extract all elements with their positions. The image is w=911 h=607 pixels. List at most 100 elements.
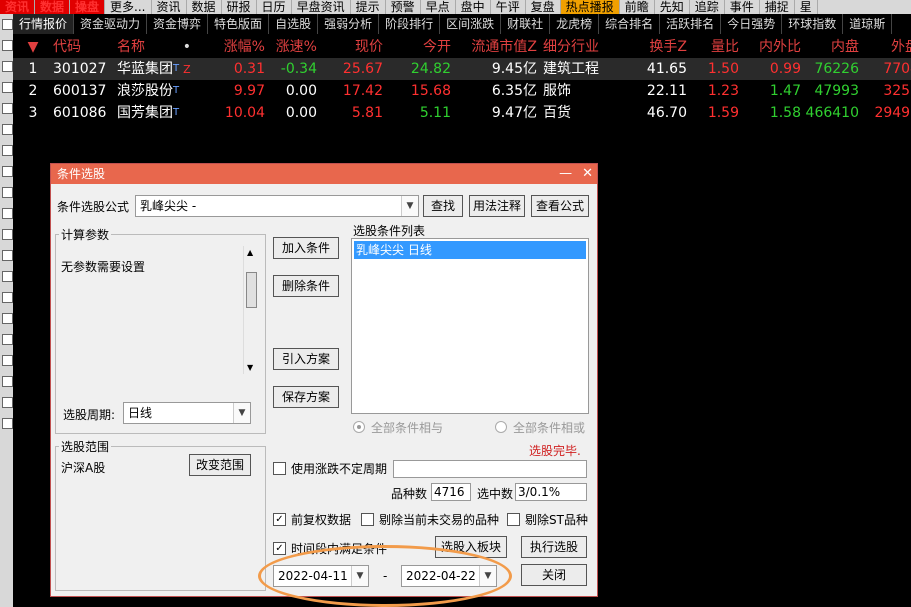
tool-icon[interactable] <box>2 229 13 240</box>
tool-icon[interactable] <box>2 355 13 366</box>
tab-item[interactable]: 特色版面 <box>208 14 270 34</box>
view-formula-button[interactable]: 查看公式 <box>531 195 589 217</box>
add-condition-button[interactable]: 加入条件 <box>273 237 339 259</box>
tab-item[interactable]: 区间涨跌 <box>440 14 502 34</box>
usage-button[interactable]: 用法注释 <box>469 195 525 217</box>
tool-icon[interactable] <box>2 103 13 114</box>
menu-item[interactable]: 资讯 <box>152 0 187 14</box>
header-speed[interactable]: 涨速% <box>265 36 317 58</box>
formula-combo[interactable]: 乳峰尖尖 - ▼ <box>135 195 419 217</box>
scroll-thumb[interactable] <box>246 272 257 308</box>
menu-item[interactable]: 前瞻 <box>620 0 655 14</box>
header-change[interactable]: 涨幅% <box>201 36 265 58</box>
table-row[interactable]: 2 600137 浪莎股份T 9.97 0.00 17.42 15.68 6.3… <box>13 80 911 102</box>
all-or-radio[interactable] <box>495 421 507 433</box>
params-scrollbar[interactable]: ▲ ▼ <box>243 246 258 374</box>
menu-item[interactable]: 研报 <box>222 0 257 14</box>
menu-item[interactable]: 热点播报 <box>560 0 620 14</box>
header-sort-arrow[interactable]: ▼ <box>13 36 53 58</box>
menu-item[interactable]: 预警 <box>386 0 421 14</box>
import-plan-button[interactable]: 引入方案 <box>273 348 339 370</box>
tool-icon[interactable] <box>2 250 13 261</box>
header-turnover[interactable]: 换手Z <box>643 36 687 58</box>
header-cap[interactable]: 流通市值Z <box>455 36 537 58</box>
table-row[interactable]: 1 301027 华蓝集团T Z 0.31 -0.34 25.67 24.82 9… <box>13 58 911 80</box>
header-inner[interactable]: 内盘 <box>803 36 859 58</box>
tab-item[interactable]: 综合排名 <box>599 14 661 34</box>
limit-input[interactable] <box>393 460 587 478</box>
menu-item[interactable]: 追踪 <box>690 0 725 14</box>
tool-icon[interactable] <box>2 82 13 93</box>
chevron-down-icon[interactable]: ▼ <box>233 403 250 423</box>
start-date-picker[interactable]: 2022-04-11 ▼ <box>273 565 369 587</box>
menu-item[interactable]: 星 <box>795 0 818 14</box>
tool-icon[interactable] <box>2 313 13 324</box>
scroll-down-icon[interactable]: ▼ <box>247 363 253 372</box>
use-limit-checkbox[interactable] <box>273 462 286 475</box>
end-date-picker[interactable]: 2022-04-22 ▼ <box>401 565 497 587</box>
exclude-st-checkbox[interactable] <box>507 513 520 526</box>
tool-icon[interactable] <box>2 40 13 51</box>
menu-item[interactable]: 盘中 <box>456 0 491 14</box>
condition-list[interactable]: 乳峰尖尖 日线 <box>351 238 589 414</box>
close-button[interactable]: 关闭 <box>521 564 587 586</box>
tab-item[interactable]: 阶段排行 <box>379 14 441 34</box>
chevron-down-icon[interactable]: ▼ <box>351 566 368 586</box>
exclude-untraded-checkbox[interactable] <box>361 513 374 526</box>
tool-icon[interactable] <box>2 208 13 219</box>
time-range-checkbox[interactable]: ✓ <box>273 542 286 555</box>
menu-item[interactable]: 早点 <box>421 0 456 14</box>
delete-condition-button[interactable]: 删除条件 <box>273 275 339 297</box>
tool-icon[interactable] <box>2 61 13 72</box>
tab-item[interactable]: 龙虎榜 <box>550 14 600 34</box>
header-price[interactable]: 现价 <box>319 36 383 58</box>
tab-item[interactable]: 今日强势 <box>721 14 783 34</box>
tab-item[interactable]: 行情报价 <box>13 14 75 34</box>
tool-icon[interactable] <box>2 397 13 408</box>
tool-icon[interactable] <box>2 292 13 303</box>
tool-icon[interactable] <box>2 376 13 387</box>
menu-item[interactable]: 捕捉 <box>760 0 795 14</box>
close-icon[interactable]: ✕ <box>582 166 593 181</box>
tool-icon[interactable] <box>2 187 13 198</box>
find-button[interactable]: 查找 <box>423 195 463 217</box>
menu-item[interactable]: 提示 <box>351 0 386 14</box>
tab-item[interactable]: 活跃排名 <box>660 14 722 34</box>
tab-item[interactable]: 资金博弈 <box>147 14 209 34</box>
run-screening-button[interactable]: 执行选股 <box>521 536 587 558</box>
header-volume-ratio[interactable]: 量比 <box>689 36 739 58</box>
chevron-down-icon[interactable]: ▼ <box>401 196 418 216</box>
all-and-radio[interactable] <box>353 421 365 433</box>
tool-icon[interactable] <box>2 124 13 135</box>
scroll-up-icon[interactable]: ▲ <box>247 248 253 257</box>
header-name[interactable]: 名称 • <box>117 36 197 58</box>
chevron-down-icon[interactable]: ▼ <box>479 566 496 586</box>
menu-item[interactable]: 午评 <box>491 0 526 14</box>
minimize-icon[interactable]: — <box>559 166 572 181</box>
tool-icon[interactable] <box>2 271 13 282</box>
change-range-button[interactable]: 改变范围 <box>189 454 251 476</box>
dialog-titlebar[interactable]: 条件选股 — ✕ <box>51 164 597 184</box>
menu-item[interactable]: 数据 <box>35 0 71 14</box>
menu-item[interactable]: 先知 <box>655 0 690 14</box>
pre-adjust-checkbox[interactable]: ✓ <box>273 513 286 526</box>
menu-item[interactable]: 日历 <box>257 0 292 14</box>
menu-item[interactable]: 更多... <box>105 0 152 14</box>
tab-item[interactable]: 道琼斯 <box>843 14 893 34</box>
menu-item[interactable]: 资讯 <box>0 0 36 14</box>
menu-item[interactable]: 事件 <box>725 0 760 14</box>
header-code[interactable]: 代码 <box>53 36 115 58</box>
header-outer[interactable]: 外盘 <box>863 36 911 58</box>
tab-item[interactable]: 财联社 <box>501 14 551 34</box>
save-plan-button[interactable]: 保存方案 <box>273 386 339 408</box>
tool-icon[interactable] <box>2 19 13 30</box>
tool-icon[interactable] <box>2 166 13 177</box>
menu-item[interactable]: 数据 <box>187 0 222 14</box>
list-item[interactable]: 乳峰尖尖 日线 <box>354 241 586 259</box>
menu-item[interactable]: 早盘资讯 <box>292 0 351 14</box>
to-block-button[interactable]: 选股入板块 <box>435 536 507 558</box>
tool-icon[interactable] <box>2 334 13 345</box>
period-combo[interactable]: 日线 ▼ <box>123 402 251 424</box>
table-row[interactable]: 3 601086 国芳集团T 10.04 0.00 5.81 5.11 9.47… <box>13 102 911 124</box>
header-open[interactable]: 今开 <box>385 36 451 58</box>
